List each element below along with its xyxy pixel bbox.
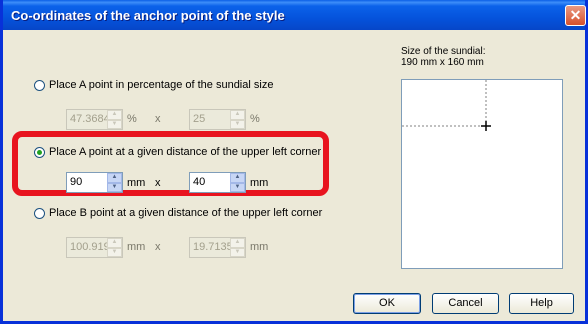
spin-up-icon: ▲ [107, 238, 122, 248]
option-percentage-label: Place A point in percentage of the sundi… [49, 79, 274, 91]
radio-distance-b[interactable] [34, 207, 45, 219]
radio-percentage[interactable] [34, 79, 45, 91]
spin-up-icon[interactable]: ▲ [107, 173, 122, 183]
distance-a-y-unit: mm [250, 177, 269, 189]
percent-x-unit: % [127, 113, 137, 125]
spin-down-icon: ▼ [107, 247, 122, 257]
spin-up-icon: ▲ [230, 110, 245, 120]
option-percentage[interactable]: Place A point in percentage of the sundi… [34, 79, 273, 91]
spin-up-icon: ▲ [230, 238, 245, 248]
spin-down-icon: ▼ [230, 119, 245, 129]
distance-b-y-unit: mm [250, 241, 269, 253]
spin-up-icon: ▲ [107, 110, 122, 120]
distance-a-separator: x [155, 177, 161, 189]
percent-separator: x [155, 113, 161, 125]
sundial-size-value: 190 mm x 160 mm [401, 57, 484, 68]
distance-b-y-value: 19.7135 [193, 241, 230, 253]
percent-y-spinner: 25 ▲ ▼ [189, 109, 246, 130]
ok-button[interactable]: OK [353, 293, 421, 314]
radio-distance-a[interactable] [34, 146, 45, 158]
distance-b-y-spinner: 19.7135 ▲ ▼ [189, 237, 246, 258]
option-distance-a[interactable]: Place A point at a given distance of the… [34, 146, 321, 158]
option-distance-b-label: Place B point at a given distance of the… [49, 207, 323, 219]
distance-a-x-value[interactable]: 90 [67, 173, 107, 192]
highlight-frame [12, 131, 329, 196]
help-button[interactable]: Help [509, 293, 574, 314]
anchor-preview-svg [402, 80, 491, 131]
title-bar: Co-ordinates of the anchor point of the … [3, 0, 585, 30]
close-icon: ✕ [569, 7, 582, 23]
percent-x-value: 47.3684 [70, 113, 107, 125]
sundial-size-info: Size of the sundial: 190 mm x 160 mm [401, 46, 486, 68]
distance-a-y-value[interactable]: 40 [190, 173, 230, 192]
distance-a-x-spinner[interactable]: 90 ▲ ▼ [66, 172, 123, 193]
percent-y-unit: % [250, 113, 260, 125]
window-title: Co-ordinates of the anchor point of the … [11, 8, 285, 23]
spin-down-icon[interactable]: ▼ [107, 182, 122, 192]
distance-a-y-spinner[interactable]: 40 ▲ ▼ [189, 172, 246, 193]
sundial-size-label: Size of the sundial: [401, 46, 486, 57]
option-distance-b[interactable]: Place B point at a given distance of the… [34, 207, 322, 219]
spin-down-icon: ▼ [230, 247, 245, 257]
sundial-preview [401, 79, 563, 269]
distance-b-separator: x [155, 241, 161, 253]
distance-b-x-value: 100.919 [70, 241, 107, 253]
dialog-window: Co-ordinates of the anchor point of the … [0, 0, 588, 324]
close-button[interactable]: ✕ [565, 5, 586, 26]
percent-y-value: 25 [193, 113, 206, 125]
distance-b-x-spinner: 100.919 ▲ ▼ [66, 237, 123, 258]
distance-b-x-unit: mm [127, 241, 146, 253]
cancel-button[interactable]: Cancel [432, 293, 499, 314]
spin-down-icon[interactable]: ▼ [230, 182, 245, 192]
percent-x-spinner: 47.3684 ▲ ▼ [66, 109, 123, 130]
spin-up-icon[interactable]: ▲ [230, 173, 245, 183]
option-distance-a-label: Place A point at a given distance of the… [49, 146, 322, 158]
distance-a-x-unit: mm [127, 177, 146, 189]
spin-down-icon: ▼ [107, 119, 122, 129]
